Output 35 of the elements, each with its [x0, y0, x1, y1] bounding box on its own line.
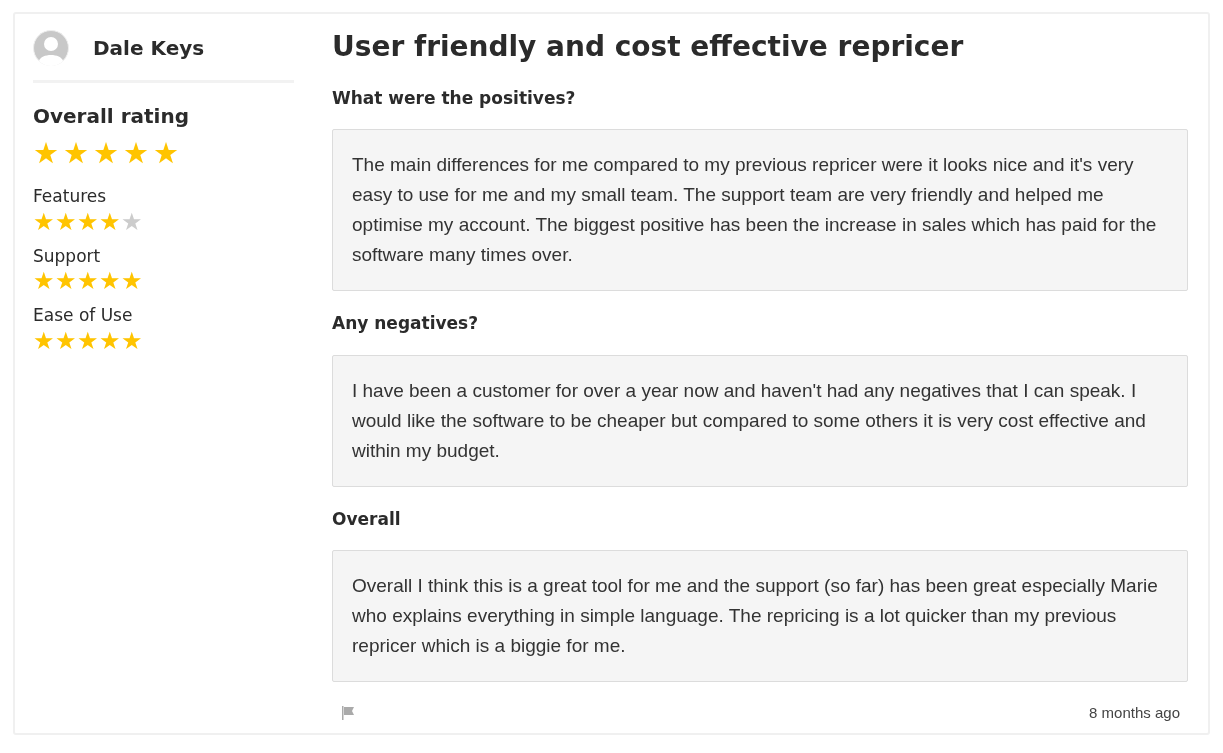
- rating-label: Ease of Use: [33, 304, 134, 327]
- star-icon: ★: [121, 328, 143, 353]
- reviewer-name: Dale Keys: [93, 35, 205, 62]
- star-icon: ★: [77, 209, 99, 234]
- section-heading: Any negatives?: [332, 312, 480, 336]
- star-icon: ★: [93, 139, 119, 168]
- rating-label: Features: [33, 185, 108, 208]
- star-icon: ★: [77, 269, 99, 293]
- star-icon: ★: [99, 269, 121, 293]
- star-icon: ★: [99, 328, 121, 353]
- star-icon: ★: [63, 139, 89, 168]
- answer-text: I have been a customer for over a year now and haven't had any negatives that I can speak. I would like the software to be cheaper but compared to some others it is very cost effective and within my budget.: [332, 354, 1188, 487]
- star-icon: ★: [33, 269, 55, 293]
- star-icon: ★: [55, 328, 77, 353]
- answer-text: Overall I think this is a great tool for me and the support (so far) has been great especially Marie who explains everything in simple language. The repricing is a lot quicker than my previous repricer which is a biggie for me.: [332, 550, 1188, 683]
- review-title: User friendly and cost effective repricer: [332, 30, 965, 64]
- star-icon: ★: [99, 209, 121, 234]
- star-icon: ★: [153, 139, 179, 168]
- star-icon: ★: [33, 209, 55, 234]
- star-icon: ★: [55, 269, 77, 293]
- rating-label: Support: [33, 244, 102, 268]
- star-icon: ★: [55, 209, 77, 234]
- star-icon: ★: [121, 209, 143, 234]
- avatar-icon: [33, 30, 69, 66]
- section-heading: Overall: [332, 507, 402, 531]
- star-icon: ★: [123, 139, 149, 168]
- star-icon: ★: [77, 328, 99, 353]
- answer-text: The main differences for me compared to my previous repricer were it looks nice and it's very easy to use for me and my small team. The support team are very friendly and helped me optimise my account. The biggest positive has been the increase in sales which has paid for the software many times over.: [332, 129, 1188, 292]
- star-icon: ★: [121, 269, 143, 293]
- section-heading: What were the positives?: [332, 86, 577, 110]
- star-icon: ★: [33, 328, 55, 353]
- rating-heading: Overall rating: [33, 103, 190, 130]
- timestamp: 8 months ago: [1089, 703, 1180, 724]
- flag-icon[interactable]: [340, 705, 356, 722]
- star-icon: ★: [33, 139, 59, 168]
